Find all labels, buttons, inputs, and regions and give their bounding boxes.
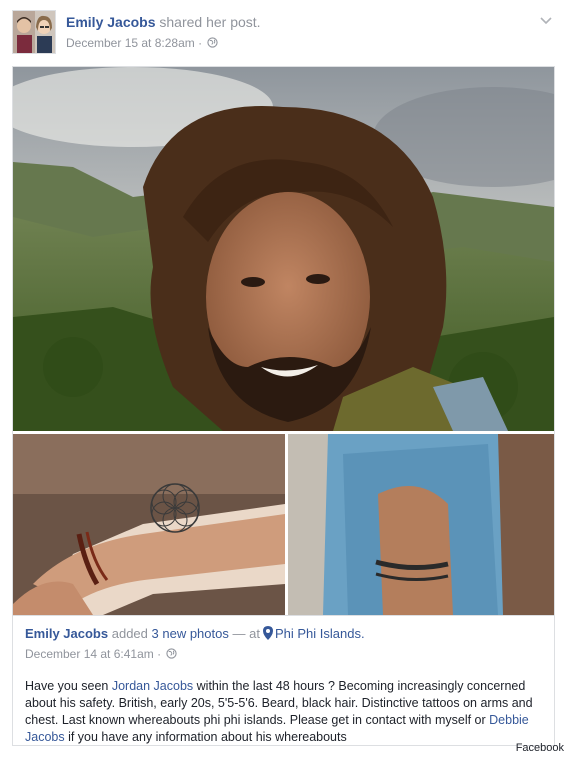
post-meta: December 15 at 8:28am · bbox=[66, 36, 219, 51]
inner-action-text: added bbox=[111, 626, 148, 641]
globe-icon[interactable] bbox=[166, 648, 178, 662]
inner-author-name-link[interactable]: Emily Jacobs bbox=[25, 626, 108, 641]
at-label: at bbox=[249, 626, 260, 641]
photo-main-selfie[interactable] bbox=[13, 67, 554, 431]
feed-post: Emily Jacobs shared her post. December 1… bbox=[0, 0, 570, 758]
body-text-part-3: if you have any information about his wh… bbox=[64, 730, 347, 744]
body-text-part-1: Have you seen bbox=[25, 679, 112, 693]
chevron-down-icon[interactable] bbox=[538, 12, 554, 28]
map-pin-icon bbox=[262, 626, 273, 643]
dash-separator: — bbox=[232, 626, 246, 641]
location-link[interactable]: Phi Phi Islands. bbox=[275, 626, 365, 641]
source-credit: Facebook bbox=[515, 742, 564, 754]
shared-action-text: shared her post. bbox=[159, 14, 261, 30]
photo-wrist-tattoo[interactable] bbox=[288, 434, 554, 615]
author-name-link[interactable]: Emily Jacobs bbox=[66, 14, 156, 30]
post-header: Emily Jacobs shared her post. December 1… bbox=[12, 10, 558, 58]
photo-grid bbox=[12, 66, 555, 616]
new-photos-link[interactable]: 3 new photos bbox=[152, 626, 229, 641]
meta-separator: · bbox=[198, 36, 203, 50]
avatar[interactable] bbox=[12, 10, 56, 54]
post-body-text: Have you seen Jordan Jacobs within the l… bbox=[25, 678, 545, 746]
post-title-line: Emily Jacobs shared her post. bbox=[66, 14, 261, 30]
avatar-image bbox=[13, 11, 55, 53]
inner-post-meta: December 14 at 6:41am · bbox=[25, 647, 542, 662]
inner-meta-separator: · bbox=[157, 647, 162, 661]
inner-timestamp-link[interactable]: December 14 at 6:41am bbox=[25, 647, 154, 661]
globe-icon[interactable] bbox=[207, 37, 219, 51]
photo-arm-tattoo[interactable] bbox=[13, 434, 285, 615]
timestamp-link[interactable]: December 15 at 8:28am bbox=[66, 36, 195, 50]
inner-post-title-line: Emily Jacobs added 3 new photos — at Phi … bbox=[25, 626, 542, 643]
mention-jordan-jacobs[interactable]: Jordan Jacobs bbox=[112, 679, 193, 693]
inner-post: Emily Jacobs added 3 new photos — at Phi … bbox=[12, 616, 555, 746]
